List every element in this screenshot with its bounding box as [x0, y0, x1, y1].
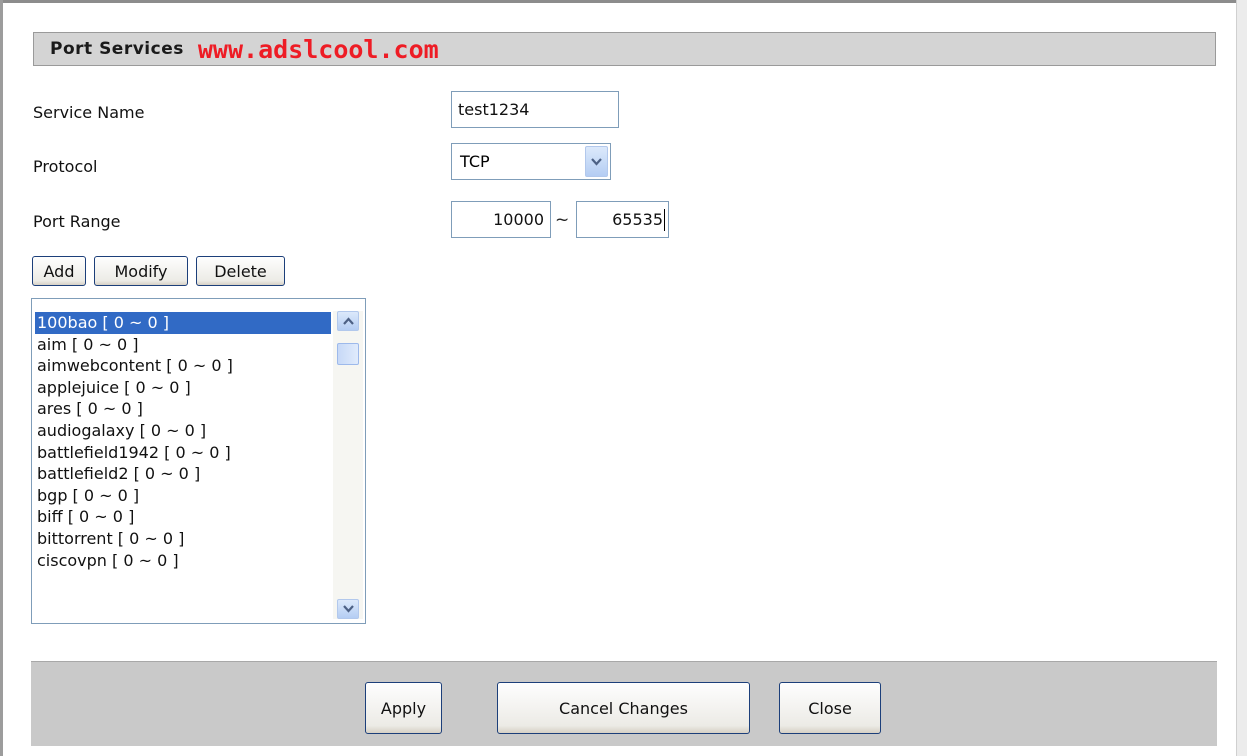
- protocol-value: TCP: [460, 152, 490, 171]
- list-item[interactable]: bittorrent [ 0 ~ 0 ]: [35, 528, 331, 550]
- list-item[interactable]: aimwebcontent [ 0 ~ 0 ]: [35, 355, 331, 377]
- chevron-up-icon[interactable]: [337, 311, 359, 331]
- modify-button[interactable]: Modify: [94, 256, 188, 286]
- service-listbox[interactable]: 100bao [ 0 ~ 0 ] aim [ 0 ~ 0 ] aimwebcon…: [31, 298, 366, 624]
- list-item[interactable]: 100bao [ 0 ~ 0 ]: [35, 312, 331, 334]
- list-item[interactable]: ciscovpn [ 0 ~ 0 ]: [35, 550, 331, 572]
- list-item[interactable]: battlefield2 [ 0 ~ 0 ]: [35, 463, 331, 485]
- window-left-border: [0, 0, 3, 756]
- text-cursor: [664, 208, 665, 231]
- protocol-select[interactable]: TCP: [451, 143, 611, 180]
- chevron-down-icon[interactable]: [337, 599, 359, 619]
- list-item[interactable]: biff [ 0 ~ 0 ]: [35, 506, 331, 528]
- delete-button[interactable]: Delete: [196, 256, 285, 286]
- port-range-separator: ~: [555, 210, 570, 230]
- list-item[interactable]: aim [ 0 ~ 0 ]: [35, 334, 331, 356]
- chevron-down-icon[interactable]: [585, 146, 608, 177]
- add-button[interactable]: Add: [32, 256, 86, 286]
- list-item[interactable]: battlefield1942 [ 0 ~ 0 ]: [35, 442, 331, 464]
- port-end-input[interactable]: 65535: [576, 201, 669, 238]
- service-list: 100bao [ 0 ~ 0 ] aim [ 0 ~ 0 ] aimwebcon…: [35, 312, 331, 571]
- apply-button[interactable]: Apply: [365, 682, 442, 734]
- page-title: Port Services: [50, 39, 184, 59]
- service-name-input[interactable]: test1234: [451, 91, 619, 128]
- port-start-input[interactable]: 10000: [451, 201, 551, 238]
- list-item[interactable]: bgp [ 0 ~ 0 ]: [35, 485, 331, 507]
- list-item[interactable]: applejuice [ 0 ~ 0 ]: [35, 377, 331, 399]
- service-name-label: Service Name: [33, 103, 145, 122]
- service-name-value: test1234: [458, 100, 530, 119]
- footer-bar: Apply Cancel Changes Close: [31, 661, 1217, 746]
- list-item[interactable]: ares [ 0 ~ 0 ]: [35, 398, 331, 420]
- window-top-border: [0, 0, 1247, 3]
- port-end-value: 65535: [612, 210, 663, 229]
- brand-watermark: www.adslcool.com: [197, 34, 439, 64]
- port-start-value: 10000: [493, 210, 544, 229]
- list-item[interactable]: audiogalaxy [ 0 ~ 0 ]: [35, 420, 331, 442]
- port-range-label: Port Range: [33, 212, 121, 231]
- scroll-thumb[interactable]: [337, 343, 359, 365]
- window-right-edge: [1236, 0, 1247, 756]
- protocol-label: Protocol: [33, 157, 98, 176]
- list-scrollbar[interactable]: [333, 311, 363, 619]
- cancel-changes-button[interactable]: Cancel Changes: [497, 682, 750, 734]
- close-button[interactable]: Close: [779, 682, 881, 734]
- section-header: Port Services www.adslcool.com: [33, 32, 1216, 66]
